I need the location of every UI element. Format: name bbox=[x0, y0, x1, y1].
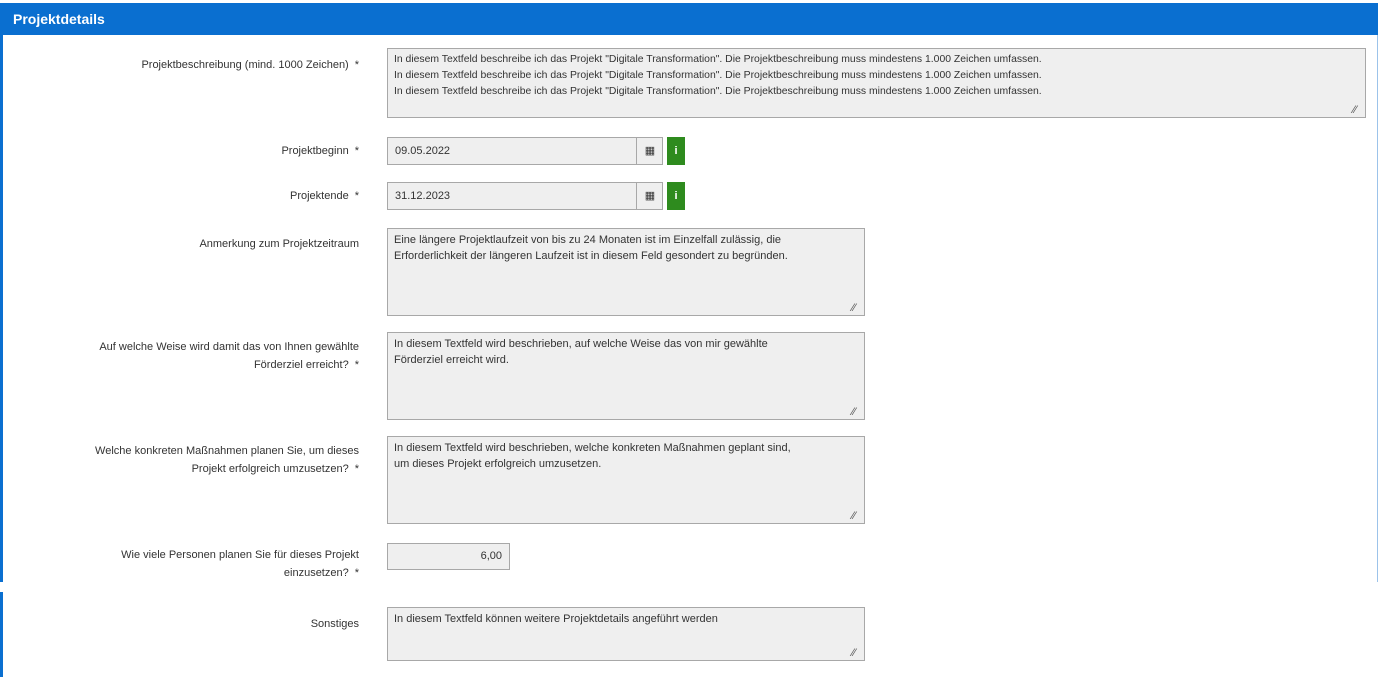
label-text: Sonstiges bbox=[310, 618, 359, 630]
foerderziel-textarea[interactable]: In diesem Textfeld wird beschrieben, auf… bbox=[387, 332, 865, 420]
projektende-input[interactable]: 31.12.2023 ▦ bbox=[387, 182, 663, 210]
section-header: Projektdetails bbox=[0, 3, 1378, 35]
anmerkung-textarea[interactable]: Eine längere Projektlaufzeit von bis zu … bbox=[387, 228, 865, 316]
date-value: 09.05.2022 bbox=[395, 145, 451, 157]
resize-grip-icon[interactable]: ⁄⁄ bbox=[852, 511, 862, 522]
textarea-value: In diesem Textfeld wird beschrieben, wel… bbox=[394, 442, 791, 470]
label-text: Förderziel erreicht? bbox=[253, 359, 349, 371]
textarea-value: In diesem Textfeld können weitere Projek… bbox=[394, 613, 718, 625]
label-text: Projektbeginn bbox=[281, 145, 349, 157]
calendar-icon[interactable]: ▦ bbox=[636, 138, 663, 164]
textarea-value: In diesem Textfeld wird beschrieben, auf… bbox=[394, 338, 768, 366]
required-marker: * bbox=[354, 190, 359, 202]
label-text: Projektbeschreibung (mind. 1000 Zeichen) bbox=[141, 59, 349, 71]
label-massnahmen: Welche konkreten Maßnahmen planen Sie, u… bbox=[95, 442, 359, 478]
label-projektbeschreibung: Projektbeschreibung (mind. 1000 Zeichen)… bbox=[141, 56, 359, 74]
label-text: Auf welche Weise wird damit das von Ihne… bbox=[99, 341, 359, 353]
calendar-icon[interactable]: ▦ bbox=[636, 183, 663, 209]
projektbeschreibung-textarea[interactable]: In diesem Textfeld beschreibe ich das Pr… bbox=[387, 48, 1366, 118]
resize-grip-icon[interactable]: ⁄⁄ bbox=[1353, 105, 1363, 116]
label-text: Projekt erfolgreich umzusetzen? bbox=[191, 463, 349, 475]
sonstiges-textarea[interactable]: In diesem Textfeld können weitere Projek… bbox=[387, 607, 865, 661]
textarea-value: Eine längere Projektlaufzeit von bis zu … bbox=[394, 234, 788, 262]
label-projektende: Projektende * bbox=[290, 187, 359, 205]
required-marker: * bbox=[354, 567, 359, 579]
label-anmerkung: Anmerkung zum Projektzeitraum bbox=[199, 235, 359, 253]
personen-input[interactable]: 6,00 bbox=[387, 543, 510, 570]
label-text: Projektende bbox=[290, 190, 349, 202]
label-personen: Wie viele Personen planen Sie für dieses… bbox=[121, 546, 359, 582]
label-text: Welche konkreten Maßnahmen planen Sie, u… bbox=[95, 445, 359, 457]
required-marker: * bbox=[354, 145, 359, 157]
section-border-left-lower bbox=[0, 592, 3, 677]
label-text: Wie viele Personen planen Sie für dieses… bbox=[121, 549, 359, 561]
resize-grip-icon[interactable]: ⁄⁄ bbox=[852, 648, 862, 659]
projektbeginn-input[interactable]: 09.05.2022 ▦ bbox=[387, 137, 663, 165]
resize-grip-icon[interactable]: ⁄⁄ bbox=[852, 407, 862, 418]
textarea-value: In diesem Textfeld beschreibe ich das Pr… bbox=[394, 54, 1042, 97]
label-foerderziel: Auf welche Weise wird damit das von Ihne… bbox=[99, 338, 359, 374]
info-icon[interactable]: i bbox=[667, 137, 685, 165]
section-border-left bbox=[0, 35, 3, 582]
resize-grip-icon[interactable]: ⁄⁄ bbox=[852, 303, 862, 314]
massnahmen-textarea[interactable]: In diesem Textfeld wird beschrieben, wel… bbox=[387, 436, 865, 524]
required-marker: * bbox=[354, 359, 359, 371]
required-marker: * bbox=[354, 59, 359, 71]
label-projektbeginn: Projektbeginn * bbox=[281, 142, 359, 160]
info-icon[interactable]: i bbox=[667, 182, 685, 210]
label-text: Anmerkung zum Projektzeitraum bbox=[199, 238, 359, 250]
section-title: Projektdetails bbox=[13, 11, 105, 27]
date-value: 31.12.2023 bbox=[395, 190, 451, 202]
required-marker: * bbox=[354, 463, 359, 475]
label-sonstiges: Sonstiges bbox=[311, 615, 359, 633]
label-text: einzusetzen? bbox=[283, 567, 349, 579]
